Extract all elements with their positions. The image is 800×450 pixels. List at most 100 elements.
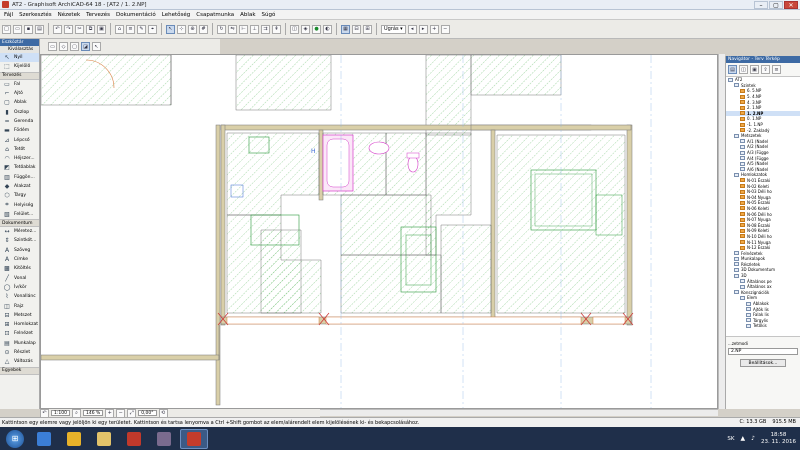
layout-book-icon[interactable]: ▣ <box>750 65 759 74</box>
view-map-icon[interactable]: ◫ <box>739 65 748 74</box>
horizontal-scrollbar[interactable] <box>320 409 718 416</box>
arrow-mode-icon[interactable]: ↖ <box>166 24 175 34</box>
offset-icon[interactable]: ⇉ <box>261 24 270 34</box>
design-tool[interactable]: ◩ Tetőablak <box>0 163 39 172</box>
copy-icon[interactable]: ⧉ <box>86 24 95 34</box>
save-icon[interactable]: ▪ <box>24 24 33 34</box>
document-tool[interactable]: ⊙ Részlet <box>0 348 39 357</box>
toolbox-section-more[interactable]: Egyebek <box>0 366 39 375</box>
pen-icon[interactable]: ✎ <box>137 24 146 34</box>
menu-file[interactable]: Fájl <box>4 12 13 18</box>
taskbar-app-media[interactable] <box>120 429 148 449</box>
upper-room-3[interactable] <box>470 55 562 96</box>
design-tool[interactable]: ▢ Ablak <box>0 98 39 107</box>
design-tool[interactable]: ▮ Oszlop <box>0 107 39 116</box>
menu-teamwork[interactable]: Csapatmunka <box>196 12 234 18</box>
paste-icon[interactable]: ▣ <box>97 24 106 34</box>
document-tool[interactable]: ▤ Munkalap <box>0 339 39 348</box>
eyedropper-icon[interactable]: ⌖ <box>148 24 157 34</box>
project-map-icon[interactable]: ▤ <box>728 65 737 74</box>
zoom-field[interactable]: 146 % <box>82 410 104 416</box>
design-tool[interactable]: ▭ Fal <box>0 80 39 89</box>
document-tool[interactable]: A Címke <box>0 255 39 264</box>
print-icon[interactable]: ▤ <box>35 24 44 34</box>
show-all-icon[interactable]: ⌂ <box>115 24 124 34</box>
language-indicator[interactable]: SK <box>727 436 734 442</box>
next-view-icon[interactable]: ▸ <box>418 24 428 34</box>
clock[interactable]: 18:58 23. 11. 2016 <box>761 432 796 446</box>
document-tool[interactable]: ◫ Rajz <box>0 301 39 310</box>
trim-icon[interactable]: ⊢ <box>239 24 248 34</box>
toolbox-section-document[interactable]: Dokumentum <box>0 219 39 228</box>
room-corridor[interactable] <box>340 194 432 256</box>
left-wing-wall[interactable] <box>41 354 220 361</box>
volume-icon[interactable]: ♪ <box>751 435 755 442</box>
goto-dropdown[interactable]: Ugrás ▾ <box>381 24 406 34</box>
document-tool[interactable]: ▩ Kitöltés <box>0 264 39 273</box>
angle-field[interactable]: 0,00° <box>138 410 157 416</box>
menu-view[interactable]: Nézetek <box>58 12 81 18</box>
green-dot-icon[interactable]: ● <box>312 24 321 34</box>
taskbar-app-photo[interactable] <box>150 429 178 449</box>
design-tool[interactable]: ▥ Függön... <box>0 173 39 182</box>
document-tool[interactable]: ⊡ Felnézet <box>0 329 39 338</box>
rotated-rect-icon[interactable]: ◪ <box>81 42 90 51</box>
room-dining[interactable] <box>340 254 442 314</box>
document-tool[interactable]: ⊟ Metszet <box>0 311 39 320</box>
publisher-icon[interactable]: ⇪ <box>761 65 770 74</box>
close-button[interactable]: ✕ <box>784 1 798 9</box>
room-entry[interactable] <box>226 132 320 216</box>
elevation-icon[interactable]: ⊞ <box>363 24 372 34</box>
window-1[interactable] <box>226 316 320 325</box>
inner-wall-1[interactable] <box>318 129 324 201</box>
menu-edit[interactable]: Szerkesztés <box>19 12 52 18</box>
start-button[interactable]: ⊞ <box>6 429 24 448</box>
design-tool[interactable]: ⊿ Lépcső <box>0 135 39 144</box>
split-icon[interactable]: ⊥ <box>250 24 259 34</box>
upper-room-1[interactable] <box>41 55 172 106</box>
tool-marquee[interactable]: ⬚ Kijelölő <box>0 62 39 71</box>
stair-core[interactable] <box>425 55 472 136</box>
selection-method-icon[interactable]: ▭ <box>48 42 57 51</box>
document-tool[interactable]: ⇕ Szintkót... <box>0 236 39 245</box>
upper-room-2[interactable] <box>235 55 332 111</box>
window-2[interactable] <box>325 316 582 325</box>
vertical-scrollbar[interactable] <box>718 54 725 409</box>
sink[interactable] <box>368 141 390 155</box>
maximize-button[interactable]: ▢ <box>769 1 783 9</box>
room-wc[interactable] <box>385 132 427 196</box>
toolbox-section-design[interactable]: Tervezés <box>0 71 39 80</box>
menu-help[interactable]: Súgó <box>262 12 276 18</box>
rect-select-icon[interactable]: ▢ <box>70 42 79 51</box>
menu-design[interactable]: Tervezés <box>86 12 110 18</box>
tool-arrow[interactable]: ↖ Nyíl <box>0 53 39 63</box>
room-kitchen[interactable] <box>260 229 302 314</box>
taskbar-app-folder[interactable] <box>90 429 118 449</box>
inner-wall-2[interactable] <box>490 129 496 321</box>
document-tool[interactable]: ⌇ Vonallánc <box>0 292 39 301</box>
scale-field[interactable]: 1:100 <box>51 410 70 416</box>
new-file-icon[interactable]: □ <box>2 24 11 34</box>
taskbar-app-archicad[interactable] <box>180 428 208 449</box>
document-tool[interactable]: A Szöveg <box>0 246 39 255</box>
zoom-out-icon[interactable]: − <box>440 24 450 34</box>
floor-plan-icon[interactable]: ▦ <box>341 24 350 34</box>
view-2d-icon[interactable]: ◫ <box>290 24 299 34</box>
settings-button[interactable]: Beállítások... <box>740 359 786 367</box>
cut-icon[interactable]: ✂ <box>75 24 84 34</box>
pointer-icon[interactable]: ↖ <box>92 42 101 51</box>
design-tool[interactable]: ⌗ Helyiség <box>0 200 39 209</box>
open-file-icon[interactable]: ▭ <box>13 24 22 34</box>
document-tool[interactable]: ⊞ Homlokzat <box>0 320 39 329</box>
mirror-icon[interactable]: ⇋ <box>228 24 237 34</box>
design-tool[interactable]: ⬡ Tárgy <box>0 191 39 200</box>
document-tool[interactable]: △ Változás <box>0 357 39 366</box>
design-tool[interactable]: ▧ Felület... <box>0 210 39 219</box>
render-icon[interactable]: ◐ <box>323 24 332 34</box>
minimize-button[interactable]: – <box>754 1 768 9</box>
menu-window[interactable]: Ablak <box>240 12 255 18</box>
previous-view-icon[interactable]: ◂ <box>407 24 417 34</box>
toilet[interactable] <box>407 155 419 173</box>
section-icon[interactable]: ⊟ <box>352 24 361 34</box>
menu-options[interactable]: Lehetőség <box>162 12 190 18</box>
